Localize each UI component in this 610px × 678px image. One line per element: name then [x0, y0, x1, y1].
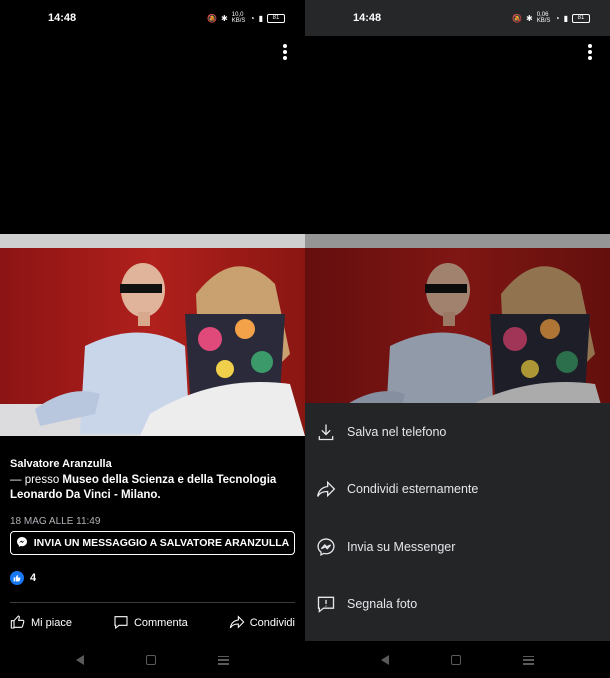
download-icon	[316, 422, 336, 442]
recents-nav-icon[interactable]	[218, 655, 229, 665]
status-bar: 14:48 🔕 ✱ 0,06 KB/S ◔ ▮ 81	[305, 0, 610, 36]
signal-icon: ▮	[258, 13, 263, 23]
post-photo[interactable]	[0, 234, 305, 436]
photo-image	[0, 234, 305, 436]
wifi-icon: ◔	[249, 13, 255, 23]
battery-icon: 81	[267, 13, 285, 23]
photo-options-screen: 14:48 🔕 ✱ 0,06 KB/S ◔ ▮ 81 Salva nel tel…	[305, 0, 610, 678]
messenger-icon	[16, 536, 28, 551]
share-externally-option[interactable]: Condividi esternamente	[305, 461, 610, 519]
report-photo-option[interactable]: Segnala foto	[305, 576, 610, 634]
system-nav-bar	[305, 648, 610, 672]
divider	[10, 602, 295, 603]
send-message-button[interactable]: INVIA UN MESSAGGIO A SALVATORE ARANZULLA	[10, 531, 295, 555]
bluetooth-icon: ✱	[526, 13, 533, 23]
post-actions: Mi piace Commenta Condividi	[10, 610, 295, 636]
send-message-label: INVIA UN MESSAGGIO A SALVATORE ARANZULLA	[33, 537, 290, 549]
send-on-messenger-option[interactable]: Invia su Messenger	[305, 518, 610, 576]
status-time: 14:48	[353, 12, 382, 24]
share-label: Condividi	[249, 617, 295, 629]
report-photo-label: Segnala foto	[347, 597, 418, 612]
messenger-icon	[316, 537, 336, 557]
like-reaction-icon	[10, 571, 24, 585]
more-options-button[interactable]	[278, 42, 292, 62]
wifi-icon: ◔	[554, 13, 560, 23]
reactions-summary[interactable]: 4	[10, 571, 36, 585]
like-button[interactable]: Mi piace	[10, 614, 72, 633]
share-button[interactable]: Condividi	[229, 614, 295, 633]
back-nav-icon[interactable]	[381, 655, 389, 665]
post-author[interactable]: Salvatore Aranzulla	[10, 458, 300, 470]
post-location: — presso Museo della Scienza e della Tec…	[10, 473, 300, 503]
location-prefix: — presso	[10, 474, 63, 486]
photo-options-sheet: Salva nel telefono Condividi esternament…	[305, 403, 610, 641]
reaction-count: 4	[30, 572, 37, 584]
comment-label: Commenta	[133, 617, 188, 629]
network-speed: 10,0 KB/S	[231, 12, 246, 24]
mute-icon: 🔕	[512, 13, 523, 23]
recents-nav-icon[interactable]	[523, 655, 534, 665]
comment-icon	[113, 614, 129, 633]
status-icons: 🔕 ✱ 0,06 KB/S ◔ ▮ 81	[512, 12, 590, 24]
back-nav-icon[interactable]	[76, 655, 84, 665]
send-on-messenger-label: Invia su Messenger	[347, 539, 456, 554]
share-icon	[316, 479, 336, 499]
system-nav-bar	[0, 648, 305, 672]
save-to-phone-label: Salva nel telefono	[347, 424, 447, 439]
share-icon	[229, 614, 245, 633]
mute-icon: 🔕	[207, 13, 218, 23]
report-icon	[316, 594, 336, 614]
post-date: 18 MAG ALLE 11:49	[10, 516, 101, 527]
thumbs-up-icon	[10, 614, 26, 633]
like-label: Mi piace	[31, 617, 72, 629]
status-bar: 14:48 🔕 ✱ 10,0 KB/S ◔ ▮ 81	[0, 0, 305, 36]
battery-icon: 81	[572, 13, 590, 23]
network-speed: 0,06 KB/S	[536, 12, 551, 24]
photo-viewer-screen: 14:48 🔕 ✱ 10,0 KB/S ◔ ▮ 81 Salvatore Ara…	[0, 0, 305, 678]
home-nav-icon[interactable]	[146, 655, 156, 665]
comment-button[interactable]: Commenta	[113, 614, 188, 633]
home-nav-icon[interactable]	[451, 655, 461, 665]
post-details: Salvatore Aranzulla — presso Museo della…	[10, 458, 300, 527]
bluetooth-icon: ✱	[221, 13, 228, 23]
more-options-button[interactable]	[583, 42, 597, 62]
status-icons: 🔕 ✱ 10,0 KB/S ◔ ▮ 81	[207, 12, 285, 24]
status-time: 14:48	[48, 12, 77, 24]
save-to-phone-option[interactable]: Salva nel telefono	[305, 403, 610, 461]
share-externally-label: Condividi esternamente	[347, 482, 479, 497]
signal-icon: ▮	[563, 13, 568, 23]
